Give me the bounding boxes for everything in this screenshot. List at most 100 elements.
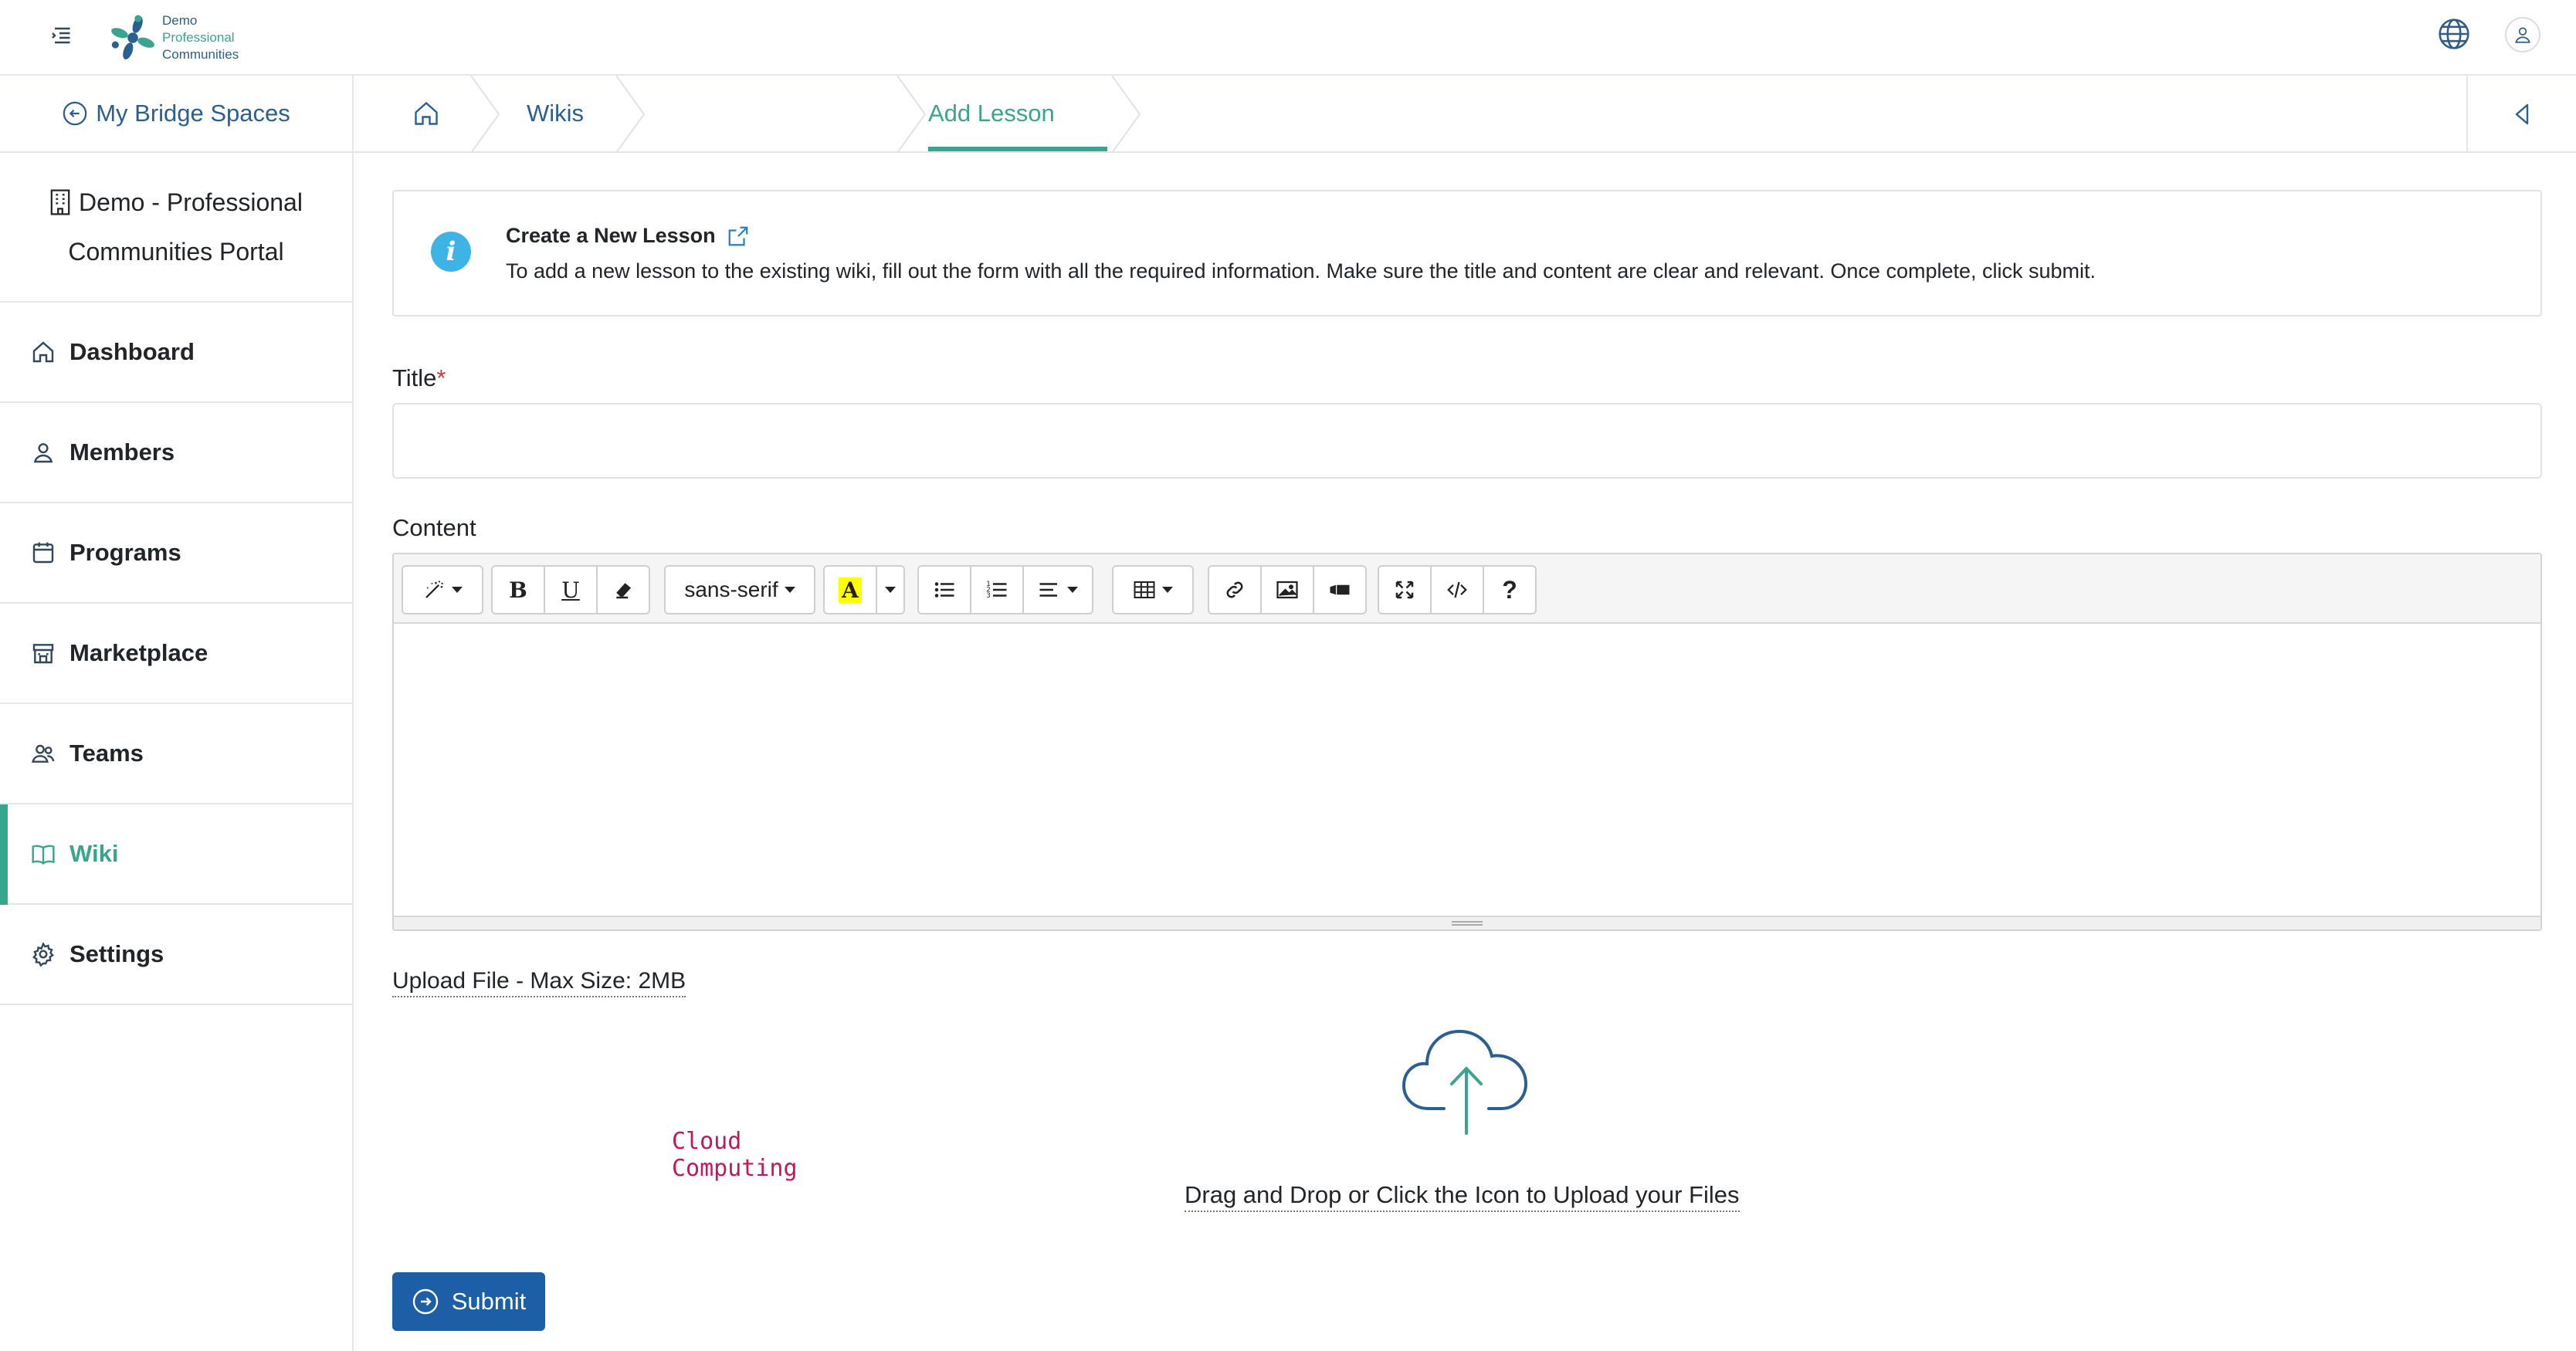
user-icon xyxy=(33,443,53,463)
menu-toggle-icon[interactable] xyxy=(48,22,76,49)
style-group xyxy=(402,565,483,615)
breadcrumb-separator xyxy=(615,76,646,153)
insert-image-button[interactable] xyxy=(1260,565,1314,615)
upload-file-label: Upload File - Max Size: 2MB xyxy=(392,968,686,997)
clear-format-button[interactable] xyxy=(596,565,650,615)
breadcrumb-home[interactable] xyxy=(412,76,443,151)
store-icon xyxy=(32,644,54,664)
align-left-icon xyxy=(1039,583,1057,597)
caret-down-icon xyxy=(1067,587,1078,593)
back-to-spaces-link[interactable]: My Bridge Spaces xyxy=(0,76,354,153)
expand-icon xyxy=(1395,581,1414,599)
insert-video-button[interactable] xyxy=(1313,565,1367,615)
submit-button[interactable]: Submit xyxy=(392,1272,545,1331)
breadcrumb: Wikis Cloud Computing Add Lesson xyxy=(354,76,2576,1182)
sidebar-item-teams[interactable]: Teams xyxy=(0,704,352,804)
font-style-group: B U xyxy=(491,565,650,615)
collapse-panel-button[interactable] xyxy=(2466,76,2576,153)
breadcrumb-separator xyxy=(470,76,500,153)
logo-mark-icon xyxy=(111,15,154,59)
info-title-text: Create a New Lesson xyxy=(506,224,716,247)
color-dropdown-button[interactable] xyxy=(876,565,905,615)
insert-table-button[interactable] xyxy=(1112,565,1194,615)
sidebar-item-wiki[interactable]: Wiki xyxy=(0,804,352,905)
editor-content-area[interactable] xyxy=(394,624,2540,916)
underline-icon: U xyxy=(561,577,580,603)
font-family-select[interactable]: sans-serif xyxy=(664,565,815,615)
arrow-right-circle-icon xyxy=(412,1288,438,1315)
caret-down-icon xyxy=(452,587,463,593)
svg-text:3: 3 xyxy=(986,592,991,600)
table-icon xyxy=(1134,581,1155,598)
bold-button[interactable]: B xyxy=(491,565,545,615)
sidebar-item-marketplace[interactable]: Marketplace xyxy=(0,604,352,704)
language-globe-icon[interactable] xyxy=(2437,17,2471,51)
image-icon xyxy=(1276,581,1298,599)
sidebar-item-label: Settings xyxy=(69,940,164,967)
user-avatar[interactable] xyxy=(2505,17,2540,52)
sidebar-item-members[interactable]: Members xyxy=(0,403,352,503)
app-logo[interactable]: Demo Professional Communities xyxy=(107,8,239,68)
external-link-icon[interactable] xyxy=(727,225,750,248)
home-icon xyxy=(415,101,438,125)
title-label-text: Title xyxy=(392,364,437,391)
info-icon: i xyxy=(431,232,471,272)
sidebar-item-programs[interactable]: Programs xyxy=(0,503,352,604)
align-dropdown-button[interactable] xyxy=(1022,565,1093,615)
book-icon xyxy=(32,845,55,865)
sidebar-item-label: Programs xyxy=(69,539,181,566)
info-title: Create a New Lesson xyxy=(506,224,750,248)
calendar-icon xyxy=(32,542,54,564)
sidebar-item-dashboard[interactable]: Dashboard xyxy=(0,303,352,403)
logo-text: Demo Professional Communities xyxy=(162,12,239,63)
underline-button[interactable]: U xyxy=(544,565,598,615)
drag-drop-prompt[interactable]: Drag and Drop or Click the Icon to Uploa… xyxy=(1185,1181,1740,1212)
sidebar-item-label: Marketplace xyxy=(69,639,208,666)
users-icon xyxy=(32,744,55,763)
question-mark-icon: ? xyxy=(1502,575,1517,604)
code-icon xyxy=(1447,581,1467,598)
breadcrumb-cloud-computing[interactable]: Cloud Computing xyxy=(672,1098,803,1212)
info-callout: i Create a New Lesson To add a new lesso… xyxy=(392,190,2542,317)
required-mark: * xyxy=(436,364,446,391)
breadcrumb-add-lesson: Add Lesson xyxy=(928,100,1055,127)
sidebar-item-label: Teams xyxy=(69,740,144,767)
sidebar-item-label: Dashboard xyxy=(69,338,195,365)
home-icon xyxy=(32,341,54,363)
code-view-button[interactable] xyxy=(1430,565,1484,615)
upload-cloud-icon[interactable] xyxy=(1401,1022,1532,1136)
breadcrumb-separator xyxy=(897,76,927,153)
color-group: A xyxy=(823,565,905,615)
fullscreen-button[interactable] xyxy=(1378,565,1432,615)
title-label: Title* xyxy=(392,364,446,392)
eraser-icon xyxy=(616,583,631,599)
top-bar: Demo Professional Communities xyxy=(0,0,2576,76)
caret-left-icon xyxy=(2515,103,2529,125)
back-link-label: My Bridge Spaces xyxy=(96,100,290,127)
font-family-group: sans-serif xyxy=(664,565,815,615)
help-button[interactable]: ? xyxy=(1483,565,1537,615)
content-label: Content xyxy=(392,514,476,541)
text-color-button[interactable]: A xyxy=(823,565,877,615)
sidebar-item-settings[interactable]: Settings xyxy=(0,905,352,1005)
editor-toolbar: B U sans-serif A 123 ? xyxy=(394,554,2540,624)
font-family-value: sans-serif xyxy=(684,577,778,601)
bullet-list-icon xyxy=(934,582,954,598)
caret-down-icon xyxy=(885,587,896,593)
logo-line-1: Demo xyxy=(162,13,198,28)
bullet-list-button[interactable] xyxy=(917,565,971,615)
user-icon xyxy=(2515,27,2530,43)
video-icon xyxy=(1330,584,1350,595)
style-button[interactable] xyxy=(402,565,483,615)
link-icon xyxy=(1226,581,1243,598)
breadcrumb-wikis[interactable]: Wikis xyxy=(527,76,584,151)
editor-resize-handle[interactable] xyxy=(394,916,2540,929)
insert-link-button[interactable] xyxy=(1208,565,1262,615)
view-group: ? xyxy=(1378,565,1537,615)
active-crumb-underline xyxy=(928,147,1107,151)
insert-group xyxy=(1208,565,1367,615)
title-input[interactable] xyxy=(392,403,2542,479)
highlight-icon: A xyxy=(839,577,862,603)
numbered-list-button[interactable]: 123 xyxy=(970,565,1024,615)
portal-name-line-1: Demo - Professional xyxy=(79,188,303,216)
